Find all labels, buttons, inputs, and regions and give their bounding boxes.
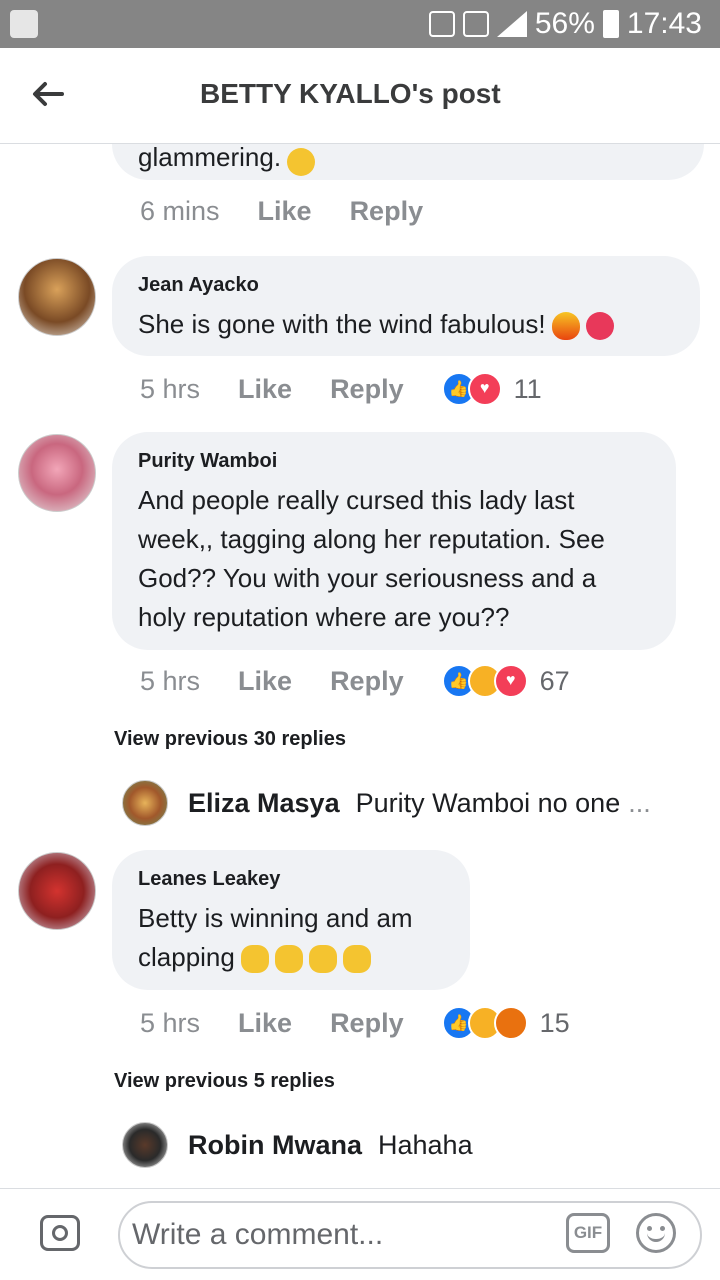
love-reaction-icon: ♥ bbox=[493, 664, 528, 698]
comment-timestamp: 6 mins bbox=[140, 196, 220, 226]
comment-timestamp: 5 hrs bbox=[140, 373, 201, 404]
comment-timestamp: 5 hrs bbox=[140, 1007, 201, 1038]
comment-text: She is gone with the wind fabulous! bbox=[138, 309, 546, 339]
signal-icon bbox=[496, 11, 527, 37]
comment-composer: GIF bbox=[0, 1188, 720, 1280]
sticker-smile-icon[interactable] bbox=[636, 1213, 676, 1253]
view-previous-replies-link[interactable]: View previous 30 replies bbox=[114, 728, 346, 751]
comment-author[interactable]: Purity Wamboi bbox=[138, 450, 650, 473]
camera-icon[interactable] bbox=[40, 1215, 80, 1251]
comment-meta: 5 hrs Like Reply 👍 ♥ 11 bbox=[140, 372, 542, 406]
status-bar: 56% 17:43 bbox=[0, 0, 720, 48]
reply-author[interactable]: Robin Mwana bbox=[188, 1130, 362, 1161]
two-hearts-emoji-icon bbox=[585, 312, 614, 341]
reactions-summary[interactable]: 👍 15 bbox=[441, 1006, 570, 1040]
reply-preview[interactable]: Robin Mwana Hahaha bbox=[122, 1122, 473, 1168]
comment-timestamp: 5 hrs bbox=[140, 665, 201, 696]
gif-button[interactable]: GIF bbox=[566, 1213, 610, 1253]
like-button[interactable]: Like bbox=[238, 1008, 292, 1039]
status-right: 56% 17:43 bbox=[428, 0, 702, 48]
reactions-summary[interactable]: 👍 ♥ 67 bbox=[441, 664, 570, 698]
like-button[interactable]: Like bbox=[238, 374, 292, 405]
reply-author[interactable]: Eliza Masya bbox=[188, 788, 340, 819]
phone-icon bbox=[428, 11, 455, 37]
love-reaction-icon: ♥ bbox=[467, 372, 502, 406]
comment-text: And people really cursed this lady last … bbox=[138, 485, 605, 632]
comment-bubble: Jean Ayacko She is gone with the wind fa… bbox=[112, 256, 700, 356]
comment-bubble: Purity Wamboi And people really cursed t… bbox=[112, 432, 676, 650]
clapping-hands-emoji-icon bbox=[308, 945, 337, 974]
fire-emoji-icon bbox=[551, 312, 580, 341]
signal-box-icon bbox=[462, 11, 489, 37]
comment-meta: 5 hrs Like Reply 👍 15 bbox=[140, 1006, 570, 1040]
reply-ellipsis: ... bbox=[628, 787, 651, 818]
battery-percent: 56% bbox=[534, 7, 595, 40]
reaction-count: 67 bbox=[539, 665, 570, 696]
back-arrow-icon[interactable] bbox=[30, 76, 66, 112]
reply-button[interactable]: Reply bbox=[350, 196, 424, 227]
comment-meta: 5 hrs Like Reply 👍 ♥ 67 bbox=[140, 664, 570, 698]
reply-text: Purity Wamboi no one bbox=[355, 787, 621, 818]
battery-icon bbox=[602, 10, 619, 38]
comment-input[interactable] bbox=[118, 1201, 702, 1269]
reaction-count: 15 bbox=[539, 1007, 570, 1038]
angry-reaction-icon bbox=[493, 1006, 528, 1040]
avatar[interactable] bbox=[122, 1122, 168, 1168]
avatar[interactable] bbox=[18, 852, 96, 930]
comment-author[interactable]: Leanes Leakey bbox=[138, 868, 444, 891]
like-button[interactable]: Like bbox=[238, 666, 292, 697]
page-title: BETTY KYALLO's post bbox=[200, 78, 501, 109]
reactions-summary[interactable]: 👍 ♥ 11 bbox=[441, 372, 542, 406]
avatar[interactable] bbox=[122, 780, 168, 826]
avatar[interactable] bbox=[18, 258, 96, 336]
like-button[interactable]: Like bbox=[258, 196, 312, 227]
clapping-hands-emoji-icon bbox=[342, 945, 371, 974]
avatar[interactable] bbox=[18, 434, 96, 512]
reply-preview[interactable]: Eliza Masya Purity Wamboi no one ... bbox=[122, 780, 651, 826]
comment-author[interactable]: Jean Ayacko bbox=[138, 274, 674, 297]
comment-text: glammering. bbox=[138, 144, 282, 172]
comment-meta: 6 mins Like Reply bbox=[140, 196, 461, 227]
clock: 17:43 bbox=[626, 7, 702, 40]
ok-hand-emoji-icon bbox=[287, 147, 316, 176]
reply-button[interactable]: Reply bbox=[330, 374, 404, 405]
notification-icon bbox=[10, 10, 38, 38]
post-header: BETTY KYALLO's post bbox=[0, 48, 720, 144]
view-previous-replies-link[interactable]: View previous 5 replies bbox=[114, 1070, 335, 1093]
reply-button[interactable]: Reply bbox=[330, 1008, 404, 1039]
reaction-count: 11 bbox=[513, 373, 542, 404]
comments-list: glammering. 6 mins Like Reply Jean Ayack… bbox=[0, 144, 720, 1188]
reply-button[interactable]: Reply bbox=[330, 666, 404, 697]
clapping-hands-emoji-icon bbox=[274, 945, 303, 974]
comment-bubble-partial: glammering. bbox=[112, 144, 704, 180]
reply-text: Hahaha bbox=[378, 1129, 473, 1160]
comment-bubble: Leanes Leakey Betty is winning and am cl… bbox=[112, 850, 470, 990]
clapping-hands-emoji-icon bbox=[240, 945, 269, 974]
